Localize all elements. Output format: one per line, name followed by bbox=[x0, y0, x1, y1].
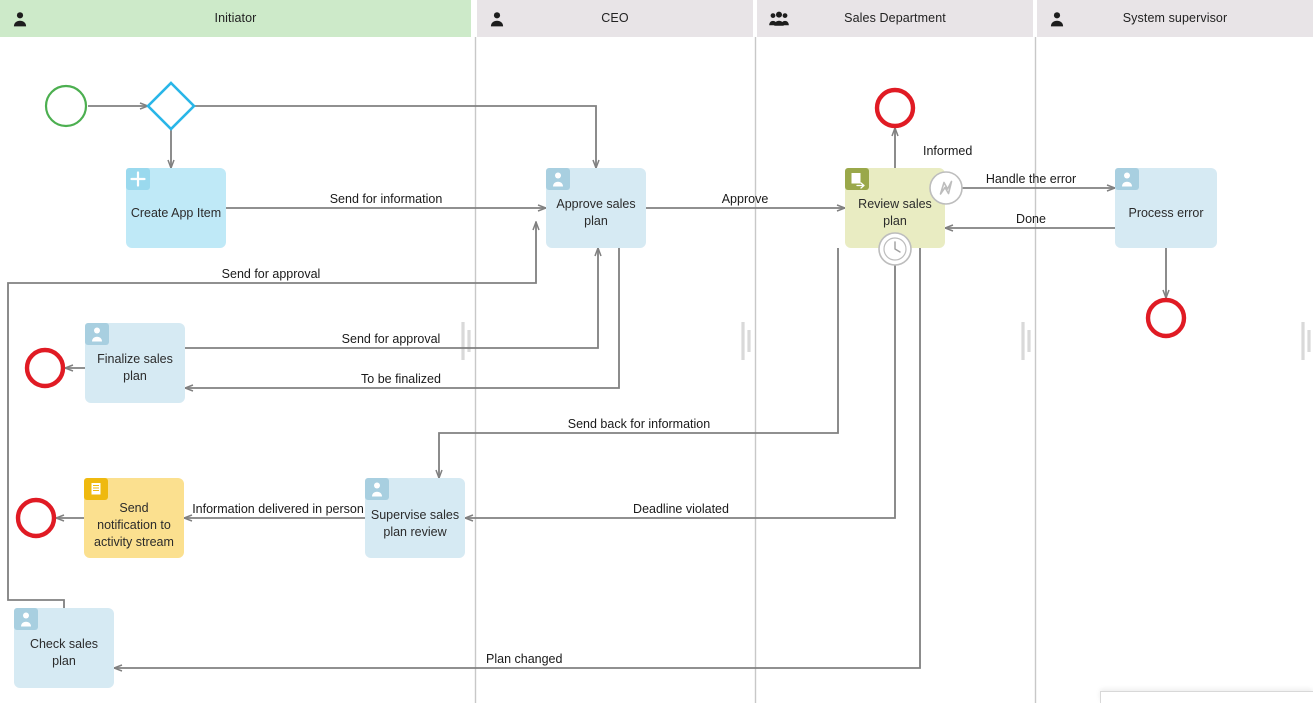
end-event-system[interactable] bbox=[1145, 297, 1187, 339]
flow-label-plan-changed: Plan changed bbox=[486, 652, 563, 666]
lane-dividers bbox=[474, 37, 1037, 703]
bpmn-editor-canvas[interactable]: Initiator CEO Sales Department System su… bbox=[0, 0, 1313, 703]
flow-gateway-to-approve[interactable] bbox=[194, 105, 596, 168]
flow-label-send-for-information: Send for information bbox=[330, 192, 443, 206]
task-process-error[interactable]: Process error bbox=[1115, 168, 1217, 248]
end-event-sales[interactable] bbox=[874, 87, 916, 129]
task-check-sales-plan[interactable]: Check sales plan bbox=[14, 608, 114, 688]
document-icon bbox=[91, 483, 101, 495]
flow-label-handle-the-error: Handle the error bbox=[986, 172, 1076, 186]
end-event-finalize[interactable] bbox=[24, 347, 66, 389]
flow-label-approve: Approve bbox=[722, 192, 769, 206]
boundary-event-timer[interactable] bbox=[878, 232, 912, 266]
flow-timer-to-supervise[interactable] bbox=[465, 265, 896, 518]
flow-label-send-back-for-information: Send back for information bbox=[568, 417, 710, 431]
flow-label-send-for-approval-check: Send for approval bbox=[222, 267, 321, 281]
task-label: Create App Item bbox=[131, 206, 221, 220]
end-event-notification[interactable] bbox=[15, 497, 57, 539]
task-create-app-item[interactable]: Create App Item bbox=[126, 168, 226, 248]
flow-label-deadline-violated: Deadline violated bbox=[633, 502, 729, 516]
flow-review-to-check-plan[interactable] bbox=[114, 248, 921, 668]
flow-label-send-for-approval-finalize: Send for approval bbox=[342, 332, 441, 346]
flow-label-done: Done bbox=[1016, 212, 1046, 226]
task-supervise-sales-plan-review[interactable]: Supervise sales plan review bbox=[365, 478, 465, 558]
task-approve-sales-plan[interactable]: Approve sales plan bbox=[546, 168, 646, 248]
start-event[interactable] bbox=[44, 84, 88, 128]
task-finalize-sales-plan[interactable]: Finalize sales plan bbox=[85, 323, 185, 403]
flow-label-information-delivered-in-person: Information delivered in person bbox=[192, 502, 364, 516]
bottom-right-panel[interactable] bbox=[1100, 691, 1313, 703]
task-send-notification[interactable]: Send notification to activity stream bbox=[84, 478, 184, 558]
bpmn-diagram[interactable]: Create App Item Approve salesplan Revie bbox=[0, 0, 1313, 703]
flow-label-to-be-finalized: To be finalized bbox=[361, 372, 441, 386]
task-label: Process error bbox=[1128, 206, 1203, 220]
exclusive-gateway[interactable] bbox=[146, 81, 196, 131]
flow-label-informed: Informed bbox=[923, 144, 972, 158]
boundary-event-error[interactable] bbox=[929, 171, 963, 205]
